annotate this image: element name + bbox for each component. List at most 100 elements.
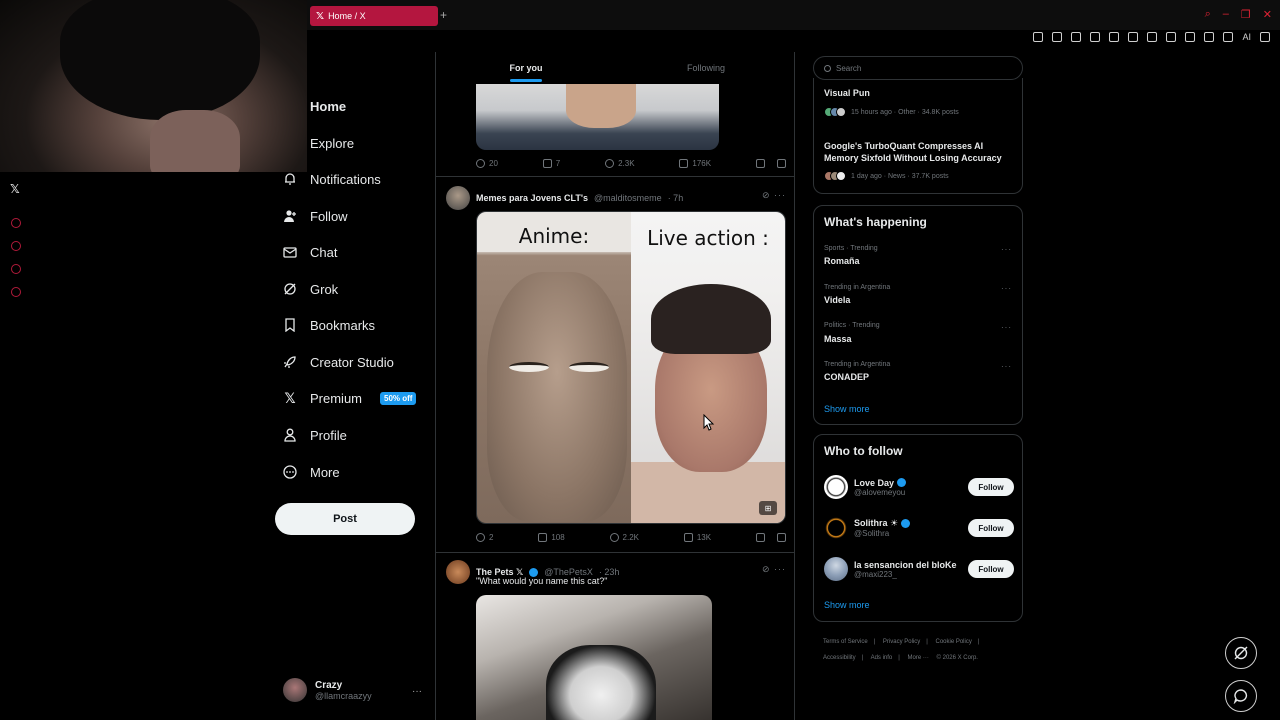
search-input[interactable]: Search bbox=[813, 56, 1023, 80]
like-button[interactable]: 2.3K bbox=[605, 159, 635, 168]
nav-more[interactable]: More bbox=[282, 460, 340, 484]
show-more-link[interactable]: Show more bbox=[824, 600, 870, 610]
views-button[interactable]: 13K bbox=[683, 533, 711, 542]
account-switcher[interactable]: Crazy @llamcraazyy bbox=[283, 678, 372, 702]
tab-following[interactable]: Following bbox=[616, 52, 794, 84]
trend-name[interactable]: CONADEP bbox=[824, 372, 869, 382]
tab-for-you[interactable]: For you bbox=[436, 52, 616, 84]
reply-button[interactable]: 20 bbox=[476, 159, 498, 168]
sidebar-icon[interactable] bbox=[11, 218, 21, 228]
nav-grok[interactable]: Grok bbox=[282, 277, 338, 301]
avatar[interactable] bbox=[446, 186, 470, 210]
follow-suggestion[interactable]: la sensancion del bloKe @maxi223_ Follow bbox=[824, 554, 1014, 584]
browser-tab[interactable]: 𝕏 Home / X bbox=[310, 6, 438, 26]
shield-icon[interactable] bbox=[1090, 32, 1101, 42]
zoom-icon[interactable] bbox=[1033, 32, 1044, 42]
post-author-handle[interactable]: @malditosmeme bbox=[594, 193, 662, 203]
chat-icon[interactable] bbox=[11, 264, 21, 274]
footer-link[interactable]: Terms of Service bbox=[823, 639, 868, 645]
post-media[interactable] bbox=[476, 595, 712, 720]
share-icon[interactable] bbox=[776, 533, 786, 542]
nav-follow[interactable]: Follow bbox=[282, 204, 348, 228]
suggestion-name: Solithra ☀ bbox=[854, 518, 899, 528]
footer-link[interactable]: Ads info bbox=[871, 655, 893, 661]
profile-icon[interactable] bbox=[1204, 32, 1215, 42]
pin-icon[interactable] bbox=[1052, 32, 1063, 42]
footer-link[interactable]: Privacy Policy bbox=[883, 639, 920, 645]
extension-icon[interactable] bbox=[1185, 32, 1196, 42]
screenshot-icon[interactable] bbox=[1071, 32, 1082, 42]
follow-button[interactable]: Follow bbox=[968, 560, 1014, 578]
trend-context: Politics · Trending bbox=[824, 322, 880, 329]
trend-more-icon[interactable]: ··· bbox=[1001, 284, 1012, 293]
play-icon[interactable] bbox=[1128, 32, 1139, 42]
translate-icon[interactable] bbox=[1109, 32, 1120, 42]
post-actions: 2 108 2.2K 13K bbox=[476, 533, 786, 542]
footer-link[interactable]: Accessibility bbox=[823, 655, 856, 661]
post-media[interactable] bbox=[476, 84, 719, 150]
trend-more-icon[interactable]: ··· bbox=[1001, 245, 1012, 254]
nav-profile[interactable]: Profile bbox=[282, 423, 347, 447]
minimize-icon[interactable]: – bbox=[1223, 8, 1229, 21]
new-tab-button[interactable]: + bbox=[440, 8, 447, 22]
trend-name[interactable]: Videla bbox=[824, 295, 850, 305]
bookmark-icon[interactable] bbox=[755, 159, 765, 168]
settings-icon[interactable] bbox=[11, 287, 21, 297]
post-button[interactable]: Post bbox=[275, 503, 415, 535]
history-icon[interactable] bbox=[11, 241, 21, 251]
messages-button[interactable] bbox=[1225, 680, 1257, 712]
media-alt-icon[interactable]: ⊞ bbox=[759, 501, 777, 515]
news-title[interactable]: Visual Pun bbox=[824, 88, 1016, 100]
nav-creator-studio[interactable]: Creator Studio bbox=[282, 350, 394, 374]
trend-more-icon[interactable]: ··· bbox=[1001, 362, 1012, 371]
post-author-name[interactable]: Memes para Jovens CLT's bbox=[476, 193, 588, 203]
nav-explore[interactable]: Explore bbox=[310, 131, 354, 155]
nav-chat[interactable]: Chat bbox=[282, 240, 337, 264]
news-title[interactable]: Google's TurboQuant Compresses AI Memory… bbox=[824, 141, 1016, 164]
like-button[interactable]: 2.2K bbox=[609, 533, 639, 542]
download-icon[interactable] bbox=[1223, 32, 1234, 42]
follow-suggestion[interactable]: Love Day @alovemeyou Follow bbox=[824, 472, 1014, 502]
menu-icon[interactable] bbox=[1260, 32, 1270, 42]
follow-button[interactable]: Follow bbox=[968, 478, 1014, 496]
trend-more-icon[interactable]: ··· bbox=[1001, 323, 1012, 332]
post-more-icon[interactable]: ⊘ ··· bbox=[762, 190, 786, 201]
trend-name[interactable]: Massa bbox=[824, 334, 852, 344]
trend-name[interactable]: Romaña bbox=[824, 256, 860, 266]
tab-title: Home / X bbox=[328, 11, 366, 21]
post-time[interactable]: · 7h bbox=[668, 193, 684, 203]
avatar bbox=[824, 557, 848, 581]
follow-button[interactable]: Follow bbox=[968, 519, 1014, 537]
reply-button[interactable]: 2 bbox=[476, 533, 493, 542]
footer-separator: | bbox=[977, 639, 980, 645]
show-more-link[interactable]: Show more bbox=[824, 404, 870, 414]
heart-icon[interactable] bbox=[1147, 32, 1158, 42]
account-more-icon[interactable]: ··· bbox=[412, 686, 422, 697]
nav-bookmarks[interactable]: Bookmarks bbox=[282, 313, 375, 337]
repost-button[interactable]: 108 bbox=[538, 533, 565, 542]
footer-link[interactable]: More ··· bbox=[908, 655, 929, 661]
ai-button[interactable]: AI bbox=[1242, 32, 1251, 42]
reply-icon bbox=[476, 533, 485, 542]
close-icon[interactable]: ✕ bbox=[1263, 8, 1272, 21]
post-media[interactable]: Anime: Live action : ⊞ bbox=[476, 211, 786, 524]
browser-toolbar: AI bbox=[1033, 32, 1270, 42]
search-icon[interactable]: ⌕ bbox=[1205, 8, 1211, 21]
grok-icon bbox=[1234, 646, 1248, 660]
nav-home[interactable]: Home bbox=[310, 94, 346, 118]
follow-suggestion[interactable]: Solithra ☀ @Solithra Follow bbox=[824, 513, 1014, 543]
repost-button[interactable]: 7 bbox=[542, 159, 560, 168]
x-logo-icon[interactable]: 𝕏 bbox=[10, 182, 20, 196]
views-button[interactable]: 176K bbox=[679, 159, 711, 168]
grok-button[interactable] bbox=[1225, 637, 1257, 669]
bookmark-icon[interactable] bbox=[755, 533, 765, 542]
nav-label: Creator Studio bbox=[310, 354, 394, 370]
maximize-icon[interactable]: ❐ bbox=[1241, 8, 1251, 21]
share-icon[interactable] bbox=[776, 159, 786, 168]
footer-link[interactable]: Cookie Policy bbox=[936, 639, 972, 645]
post-more-icon[interactable]: ⊘ ··· bbox=[762, 564, 786, 575]
audio-icon[interactable] bbox=[1166, 32, 1177, 42]
nav-premium[interactable]: 𝕏 Premium 50% off bbox=[282, 386, 417, 410]
avatar[interactable] bbox=[446, 560, 470, 584]
nav-notifications[interactable]: Notifications bbox=[282, 167, 381, 191]
